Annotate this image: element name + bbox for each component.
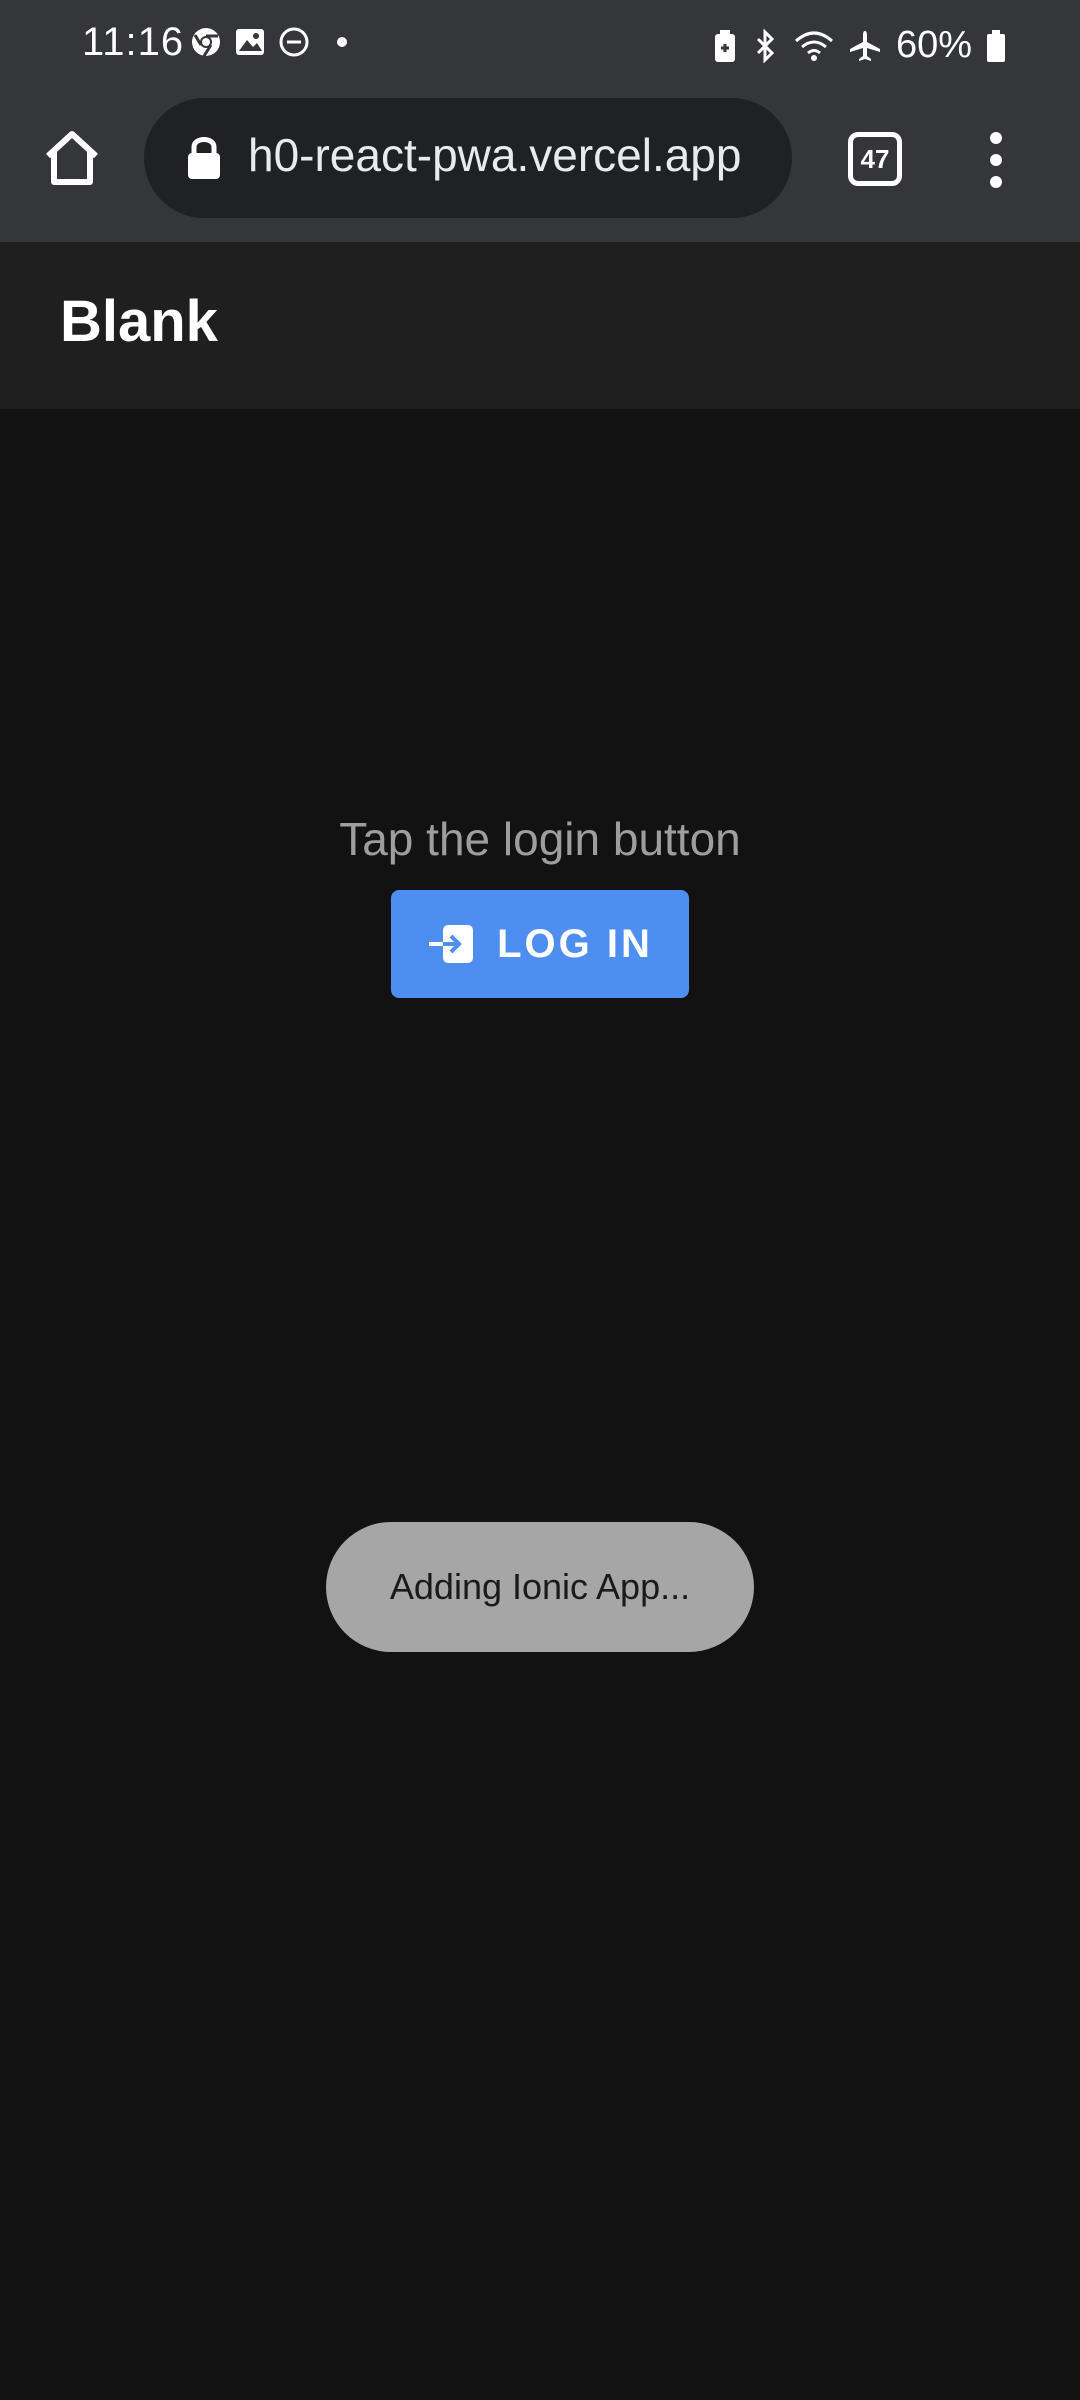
browser-toolbar: h0-react-pwa.vercel.app 47 (0, 90, 1080, 242)
bluetooth-icon (756, 28, 775, 63)
login-button[interactable]: LOG IN (391, 890, 689, 998)
app-header: Blank (0, 242, 1080, 409)
url-text: h0-react-pwa.vercel.app (248, 129, 742, 181)
tab-count: 47 (860, 143, 890, 174)
address-bar[interactable]: h0-react-pwa.vercel.app (144, 98, 792, 218)
login-prompt: Tap the login button (339, 813, 741, 865)
airplane-icon (850, 30, 880, 61)
home-icon[interactable] (40, 126, 104, 190)
status-time: 11:16 (82, 20, 185, 64)
toast-message: Adding Ionic App... (326, 1522, 754, 1652)
gallery-icon (236, 29, 264, 55)
status-left-icons (190, 26, 354, 58)
status-right-icons: 60% (712, 24, 1006, 67)
login-icon (429, 925, 474, 963)
page-title: Blank (60, 289, 218, 354)
toast-text: Adding Ionic App... (389, 1566, 691, 1607)
tab-switcher-button[interactable]: 47 (848, 132, 902, 186)
do-not-disturb-icon (279, 27, 309, 57)
chrome-icon (192, 28, 220, 57)
status-bar: 11:16 60% (0, 0, 1080, 90)
more-menu-icon[interactable] (976, 130, 1016, 190)
dot-icon (337, 37, 347, 47)
battery-icon (987, 29, 1006, 62)
battery-saver-icon (715, 29, 735, 62)
main-content (0, 409, 1080, 2400)
login-button-label: LOG IN (497, 921, 653, 966)
lock-icon (188, 137, 220, 179)
battery-percent: 60% (896, 24, 973, 66)
wifi-icon (795, 31, 833, 61)
